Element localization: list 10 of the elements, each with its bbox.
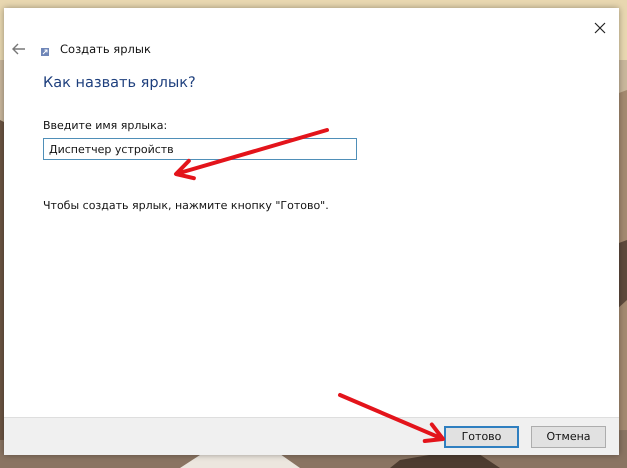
cancel-button[interactable]: Отмена — [531, 426, 606, 448]
page-heading: Как назвать ярлык? — [43, 75, 196, 91]
shortcut-icon — [41, 48, 49, 56]
name-input-field[interactable]: Диспетчер устройств — [43, 138, 357, 160]
window-title: Создать ярлык — [60, 42, 151, 56]
back-arrow-icon[interactable] — [12, 43, 26, 55]
hint-text: Чтобы создать ярлык, нажмите кнопку "Готово". — [43, 199, 329, 212]
field-label: Введите имя ярлыка: — [43, 119, 168, 132]
close-icon[interactable] — [594, 22, 606, 34]
finish-button[interactable]: Готово — [444, 426, 519, 448]
